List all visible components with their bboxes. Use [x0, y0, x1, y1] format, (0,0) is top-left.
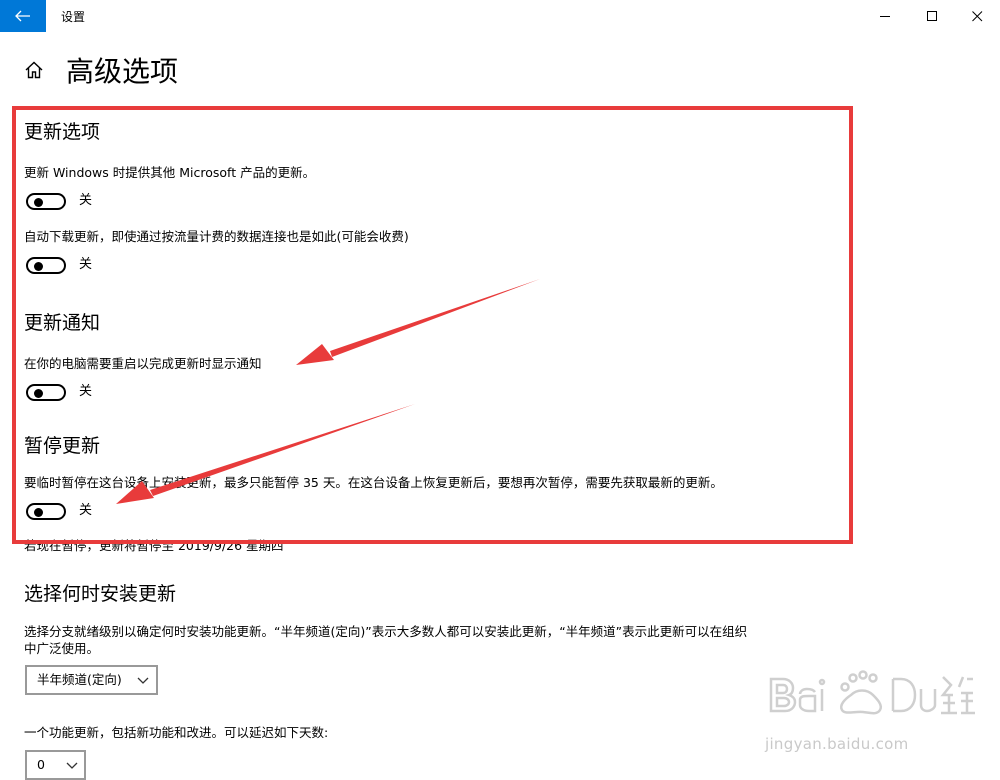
window-title: 设置: [61, 10, 86, 24]
feature-defer-label: 一个功能更新，包括新功能和改进。可以延迟如下天数:: [24, 725, 329, 740]
baidu-jingyan-logo: [769, 670, 975, 715]
feature-defer-days-value: 0: [37, 757, 45, 772]
close-button[interactable]: [954, 0, 1000, 32]
close-icon: [972, 11, 983, 22]
watermark-url: jingyan.baidu.com: [765, 735, 909, 753]
install-timing-heading: 选择何时安装更新: [24, 583, 177, 605]
install-timing-description-line2: 中广泛使用。: [24, 641, 100, 656]
channel-dropdown[interactable]: 半年频道(定向): [25, 665, 158, 695]
arrow-left-icon: [15, 10, 30, 22]
maximize-button[interactable]: [909, 0, 955, 32]
chevron-down-icon: [66, 762, 78, 769]
feature-defer-days-dropdown[interactable]: 0: [25, 750, 86, 780]
home-icon[interactable]: [24, 60, 44, 80]
minimize-button[interactable]: [862, 0, 908, 32]
channel-selected-value: 半年频道(定向): [37, 672, 122, 687]
maximize-icon: [927, 11, 937, 21]
back-button[interactable]: [0, 0, 46, 32]
annotation-highlight-box: [12, 106, 853, 544]
minimize-icon: [880, 16, 890, 17]
chevron-down-icon: [137, 677, 149, 684]
title-bar: 设置: [0, 0, 1000, 32]
install-timing-description-line1: 选择分支就绪级别以确定何时安装功能更新。“半年频道(定向)”表示大多数人都可以安…: [24, 624, 748, 639]
page-title: 高级选项: [66, 55, 179, 88]
baidu-watermark: jingyan.baidu.com: [755, 665, 985, 765]
